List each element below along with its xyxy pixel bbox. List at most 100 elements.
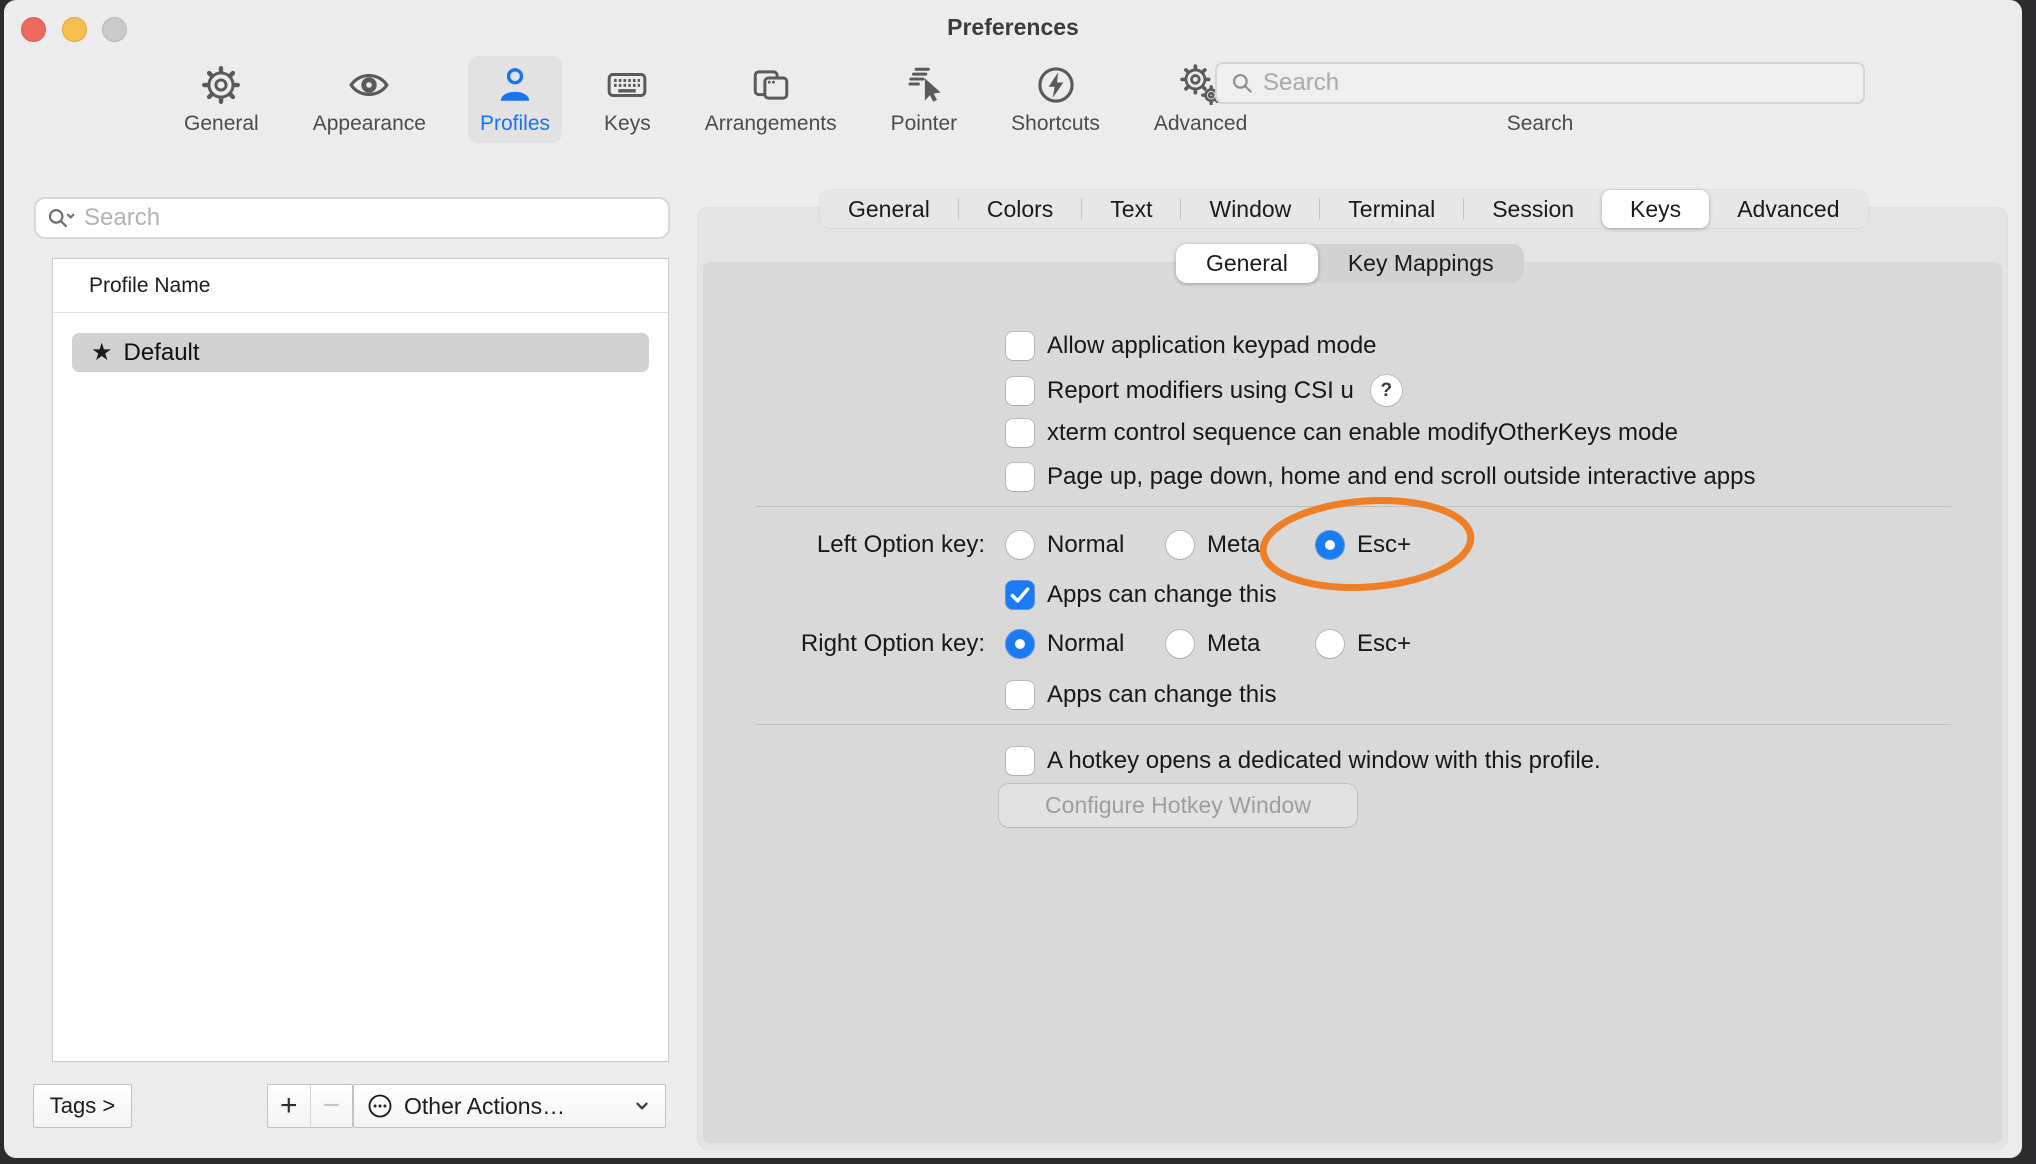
subtab-general[interactable]: General — [1176, 244, 1318, 283]
profile-name: Default — [124, 339, 200, 367]
checkbox-label: Report modifiers using CSI u — [1047, 377, 1354, 405]
radio-button[interactable] — [1166, 630, 1194, 658]
profile-row-default[interactable]: ★ Default — [72, 333, 649, 372]
other-actions-dropdown[interactable]: Other Actions… — [353, 1084, 666, 1128]
profile-list-actions: Tags > + − Other Actions… — [4, 1084, 702, 1128]
checkmark-icon — [1006, 581, 1034, 609]
radio-label: Esc+ — [1357, 531, 1411, 559]
radio-label: Normal — [1047, 630, 1124, 658]
checkbox-label: xterm control sequence can enable modify… — [1047, 419, 1678, 447]
tab-general[interactable]: General — [820, 190, 958, 228]
checkbox-label: A hotkey opens a dedicated window with t… — [1047, 747, 1601, 775]
add-remove-group: + − — [267, 1084, 353, 1128]
hotkey-window-row: A hotkey opens a dedicated window with t… — [703, 744, 2002, 778]
checkbox[interactable] — [1006, 463, 1034, 491]
radio-button[interactable] — [1006, 630, 1034, 658]
toolbar-search-item: Search — [1215, 62, 1865, 136]
modify-other-keys-row: xterm control sequence can enable modify… — [703, 416, 2002, 450]
left-option-meta-radio[interactable]: Meta — [1166, 531, 1260, 559]
radio-label: Esc+ — [1357, 630, 1411, 658]
csi-u-checkbox[interactable]: Report modifiers using CSI u ? — [1006, 375, 1402, 406]
radio-label: Normal — [1047, 531, 1124, 559]
tab-terminal[interactable]: Terminal — [1320, 190, 1463, 228]
cursor-icon — [903, 64, 945, 106]
toolbar-item-shortcuts[interactable]: Shortcuts — [999, 56, 1112, 143]
gear-icon — [200, 64, 242, 106]
subtab-key-mappings[interactable]: Key Mappings — [1318, 244, 1524, 283]
toolbar-label: Pointer — [891, 113, 958, 134]
scroll-outside-apps-row: Page up, page down, home and end scroll … — [703, 460, 2002, 494]
default-star-icon: ★ — [91, 341, 113, 365]
tab-keys[interactable]: Keys — [1602, 190, 1709, 228]
right-apps-change-checkbox[interactable]: Apps can change this — [1006, 681, 1277, 709]
tab-session[interactable]: Session — [1464, 190, 1602, 228]
chevron-down-icon — [631, 1095, 653, 1117]
toolbar-item-keys[interactable]: Keys — [592, 56, 663, 143]
right-option-key-row: Right Option key: Normal Meta Esc+ — [703, 627, 2002, 661]
checkbox[interactable] — [1006, 377, 1034, 405]
radio-label: Meta — [1207, 630, 1260, 658]
tags-button[interactable]: Tags > — [33, 1084, 132, 1128]
tab-colors[interactable]: Colors — [959, 190, 1081, 228]
right-option-key-label: Right Option key: — [703, 630, 985, 658]
search-filter-icon — [46, 205, 76, 231]
profile-search-field[interactable] — [34, 197, 670, 239]
left-option-esc-radio[interactable]: Esc+ — [1316, 531, 1411, 559]
toolbar-label: Appearance — [313, 113, 426, 134]
keys-general-pane: Allow application keypad mode Report mod… — [703, 262, 2002, 1143]
toolbar-label: Arrangements — [705, 113, 837, 134]
toolbar-item-profiles[interactable]: Profiles — [468, 56, 562, 143]
windows-icon — [750, 64, 792, 106]
remove-profile-button[interactable]: − — [310, 1085, 353, 1127]
right-option-normal-radio[interactable]: Normal — [1006, 630, 1124, 658]
keypad-mode-row: Allow application keypad mode — [703, 329, 2002, 363]
window-title: Preferences — [4, 14, 2022, 41]
right-option-meta-radio[interactable]: Meta — [1166, 630, 1260, 658]
checkbox[interactable] — [1006, 581, 1034, 609]
left-option-normal-radio[interactable]: Normal — [1006, 531, 1124, 559]
tab-advanced[interactable]: Advanced — [1709, 190, 1867, 228]
configure-hotkey-window-button[interactable]: Configure Hotkey Window — [999, 784, 1357, 827]
toolbar-item-general[interactable]: General — [172, 56, 271, 143]
help-button[interactable]: ? — [1371, 375, 1402, 406]
scroll-outside-apps-checkbox[interactable]: Page up, page down, home and end scroll … — [1006, 463, 1755, 491]
checkbox-label: Page up, page down, home and end scroll … — [1047, 463, 1755, 491]
keypad-mode-checkbox[interactable]: Allow application keypad mode — [1006, 332, 1377, 360]
radio-button[interactable] — [1006, 531, 1034, 559]
toolbar-item-pointer[interactable]: Pointer — [879, 56, 970, 143]
radio-button[interactable] — [1316, 630, 1344, 658]
checkbox[interactable] — [1006, 681, 1034, 709]
toolbar-search-input[interactable] — [1263, 69, 1851, 97]
tab-window[interactable]: Window — [1181, 190, 1319, 228]
radio-button[interactable] — [1316, 531, 1344, 559]
toolbar-search-field[interactable] — [1215, 62, 1865, 104]
add-profile-button[interactable]: + — [268, 1085, 310, 1127]
person-icon — [494, 64, 536, 106]
radio-button[interactable] — [1166, 531, 1194, 559]
left-apps-change-checkbox[interactable]: Apps can change this — [1006, 581, 1277, 609]
radio-label: Meta — [1207, 531, 1260, 559]
keys-subtabs: General Key Mappings — [1176, 244, 1524, 283]
keyboard-icon — [606, 64, 648, 106]
toolbar-label: General — [184, 113, 259, 134]
toolbar-item-appearance[interactable]: Appearance — [301, 56, 438, 143]
checkbox-label: Allow application keypad mode — [1047, 332, 1377, 360]
tab-text[interactable]: Text — [1082, 190, 1180, 228]
right-apps-change-row: Apps can change this — [703, 678, 2002, 712]
titlebar: Preferences — [4, 0, 2022, 50]
profile-search-input[interactable] — [84, 204, 658, 232]
bolt-circle-icon — [1035, 64, 1077, 106]
checkbox[interactable] — [1006, 332, 1034, 360]
left-option-key-row: Left Option key: Normal Meta Esc+ — [703, 528, 2002, 562]
toolbar-label: Keys — [604, 113, 651, 134]
toolbar-label: Shortcuts — [1011, 113, 1100, 134]
toolbar-item-arrangements[interactable]: Arrangements — [693, 56, 849, 143]
modify-other-keys-checkbox[interactable]: xterm control sequence can enable modify… — [1006, 419, 1678, 447]
profile-list: Profile Name ★ Default — [52, 258, 669, 1062]
checkbox[interactable] — [1006, 419, 1034, 447]
checkbox[interactable] — [1006, 747, 1034, 775]
right-option-esc-radio[interactable]: Esc+ — [1316, 630, 1411, 658]
hotkey-window-checkbox[interactable]: A hotkey opens a dedicated window with t… — [1006, 747, 1601, 775]
profile-tabs: General Colors Text Window Terminal Sess… — [820, 190, 1868, 228]
left-option-key-label: Left Option key: — [703, 531, 985, 559]
